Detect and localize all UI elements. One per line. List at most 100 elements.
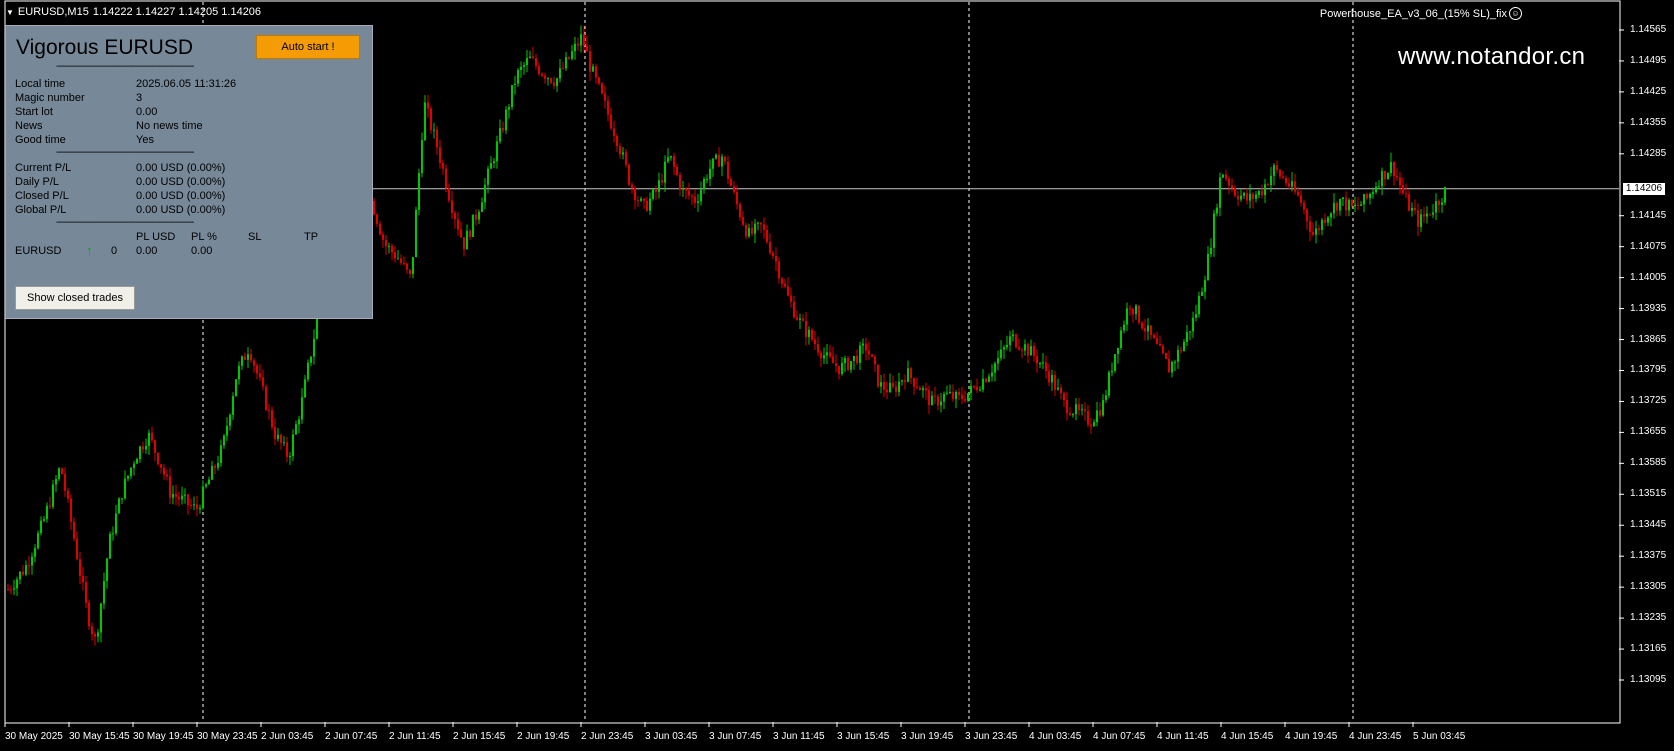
time-label: 5 Jun 03:45 (1413, 731, 1466, 742)
time-label: 30 May 23:45 (197, 731, 258, 742)
show-closed-trades-button[interactable]: Show closed trades (15, 286, 135, 310)
candle-body (1138, 305, 1140, 323)
candle-body (565, 57, 567, 69)
candle-body (868, 350, 870, 355)
candle-body (1108, 372, 1110, 396)
candle-body (1126, 308, 1128, 325)
price-label: 1.13655 (1630, 426, 1667, 438)
auto-start-button[interactable]: Auto start ! (256, 35, 360, 59)
candle-body (1426, 213, 1428, 217)
candle-body (304, 379, 306, 398)
candle-body (979, 389, 981, 391)
candle-body (79, 559, 81, 576)
candle-body (1087, 411, 1089, 425)
candle-body (463, 237, 465, 250)
candle-body (1240, 195, 1242, 200)
time-label: 2 Jun 15:45 (453, 731, 506, 742)
time-label: 4 Jun 23:45 (1349, 731, 1402, 742)
candle-body (757, 222, 759, 224)
candle-body (508, 106, 510, 110)
candle-body (169, 476, 171, 498)
candle-body (811, 329, 813, 340)
candle-body (919, 387, 921, 391)
candle-body (1009, 336, 1011, 345)
candle-body (412, 257, 414, 275)
candle-body (841, 363, 843, 374)
candle-body (742, 217, 744, 225)
pl-label-global: Global P/L (15, 204, 67, 216)
expert-advisor-label[interactable]: Powerhouse_EA_v3_06_(15% SL)_fix ☺ (1320, 7, 1522, 20)
candle-body (1120, 330, 1122, 348)
info-value-news: No news time (136, 120, 203, 132)
candle-body (766, 229, 768, 242)
candle-body (16, 579, 18, 589)
candle-body (1276, 165, 1278, 170)
candle-body (28, 565, 30, 567)
candle-body (796, 317, 798, 320)
candle-body (1354, 204, 1356, 207)
candle-body (1372, 192, 1374, 194)
candle-body (1129, 308, 1131, 310)
candle-body (100, 603, 102, 633)
candle-body (142, 446, 144, 450)
candle-body (1408, 194, 1410, 211)
candle-body (973, 385, 975, 387)
dropdown-triangle-icon[interactable]: ▼ (6, 8, 14, 17)
candle-body (451, 200, 453, 213)
candle-body (202, 486, 204, 509)
candle-body (709, 168, 711, 180)
candle-body (895, 386, 897, 392)
candle-body (1051, 375, 1053, 383)
candle-body (193, 504, 195, 506)
candle-body (409, 269, 411, 275)
candle-body (1258, 190, 1260, 195)
candle-body (265, 386, 267, 410)
candle-body (745, 224, 747, 237)
candle-body (1291, 181, 1293, 187)
candle-body (694, 196, 696, 203)
candle-body (772, 252, 774, 257)
candle-body (1159, 343, 1161, 346)
candle-body (1069, 413, 1071, 415)
candle-body (1249, 193, 1251, 201)
candle-body (454, 212, 456, 220)
candle-body (1075, 404, 1077, 415)
candle-body (937, 396, 939, 406)
candle-body (229, 414, 231, 426)
arrow-up-icon: ↑ (86, 243, 93, 258)
candle-body (1261, 190, 1263, 196)
candle-body (376, 214, 378, 224)
candle-body (178, 496, 180, 500)
candle-body (769, 241, 771, 253)
candle-body (883, 382, 885, 390)
candle-body (1189, 331, 1191, 333)
info-value-start-lot: 0.00 (136, 106, 158, 118)
candle-body (1039, 362, 1041, 364)
candle-body (1081, 409, 1083, 411)
candle-body (484, 184, 486, 203)
price-label: 1.14565 (1630, 24, 1667, 35)
candle-body (1027, 344, 1029, 356)
candle-body (1168, 358, 1170, 373)
pl-label-daily: Daily P/L (15, 176, 60, 188)
candle-body (1396, 176, 1398, 178)
watermark: www.notandor.cn (1398, 43, 1586, 70)
candle-body (1084, 409, 1086, 412)
candle-body (85, 582, 87, 603)
candle-body (268, 409, 270, 411)
candle-body (862, 343, 864, 346)
candle-body (598, 77, 600, 84)
candle-body (1267, 184, 1269, 186)
column-header-tp: TP (304, 231, 319, 243)
price-label: 1.14005 (1630, 271, 1667, 283)
candle-body (256, 365, 258, 374)
candle-body (544, 75, 546, 79)
candle-body (661, 180, 663, 183)
candle-body (961, 394, 963, 400)
candle-body (1234, 188, 1236, 196)
candle-body (1399, 177, 1401, 186)
time-label: 3 Jun 11:45 (773, 731, 825, 742)
candle-body (1099, 410, 1101, 416)
candle-body (1339, 199, 1341, 211)
candle-body (247, 354, 249, 360)
